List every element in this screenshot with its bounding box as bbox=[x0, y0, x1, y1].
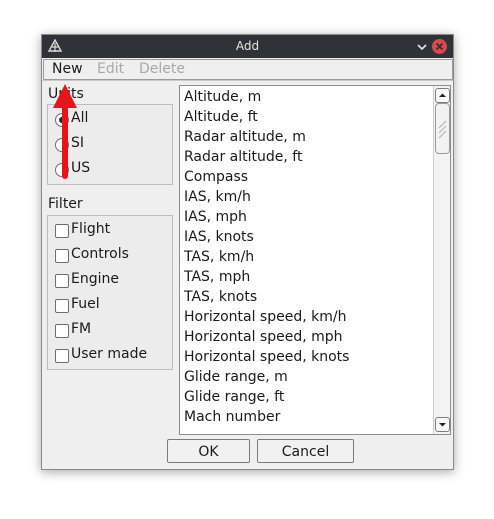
list-item[interactable]: IAS, km/h bbox=[184, 187, 251, 207]
filter-option-label: Engine bbox=[71, 271, 119, 287]
checkbox-fuel[interactable] bbox=[55, 299, 69, 313]
scroll-thumb[interactable] bbox=[435, 103, 450, 154]
cancel-button[interactable]: Cancel bbox=[257, 439, 354, 463]
filter-label: Filter bbox=[48, 196, 83, 212]
filter-option-label: Flight bbox=[71, 221, 111, 237]
ok-button[interactable]: OK bbox=[167, 439, 250, 463]
titlebar[interactable]: Add bbox=[42, 35, 453, 58]
chevron-down-icon bbox=[439, 423, 446, 427]
scroll-down-button[interactable] bbox=[435, 417, 450, 432]
menubar: New Edit Delete bbox=[42, 58, 453, 81]
list-item[interactable]: Glide range, m bbox=[184, 367, 288, 387]
filter-option-label: Fuel bbox=[71, 296, 100, 312]
filter-option-label: Controls bbox=[71, 246, 129, 262]
filter-option-label: FM bbox=[71, 321, 92, 337]
chevron-up-icon bbox=[439, 93, 446, 97]
list-scrollbar[interactable] bbox=[433, 86, 450, 434]
add-dialog: Add New Edit Delete Units All SI US bbox=[41, 34, 454, 470]
list-item[interactable]: Horizontal speed, knots bbox=[184, 347, 349, 367]
checkbox-user-made[interactable] bbox=[55, 349, 69, 363]
list-item[interactable]: Mach number bbox=[184, 407, 280, 427]
filter-group: Flight Controls Engine Fuel FM User made bbox=[47, 215, 173, 370]
checkbox-fm[interactable] bbox=[55, 324, 69, 338]
list-item[interactable]: TAS, km/h bbox=[184, 247, 254, 267]
chevron-down-icon[interactable] bbox=[415, 40, 429, 54]
list-item[interactable]: TAS, mph bbox=[184, 267, 250, 287]
annotation-arrow-icon bbox=[53, 84, 77, 179]
list-item[interactable]: Horizontal speed, mph bbox=[184, 327, 343, 347]
scroll-up-button[interactable] bbox=[435, 88, 450, 103]
menu-delete[interactable]: Delete bbox=[139, 61, 185, 77]
grip-icon bbox=[438, 120, 447, 139]
window-title: Add bbox=[235, 39, 260, 53]
filter-option-label: User made bbox=[71, 346, 148, 362]
list-item[interactable]: IAS, knots bbox=[184, 227, 254, 247]
parameter-list[interactable]: Altitude, m Altitude, ft Radar altitude,… bbox=[179, 85, 451, 435]
checkbox-controls[interactable] bbox=[55, 249, 69, 263]
close-icon bbox=[435, 42, 444, 51]
list-item[interactable]: Radar altitude, m bbox=[184, 127, 306, 147]
close-button[interactable] bbox=[432, 39, 447, 54]
list-item[interactable]: Altitude, ft bbox=[184, 107, 258, 127]
checkbox-flight[interactable] bbox=[55, 224, 69, 238]
list-item[interactable]: Horizontal speed, km/h bbox=[184, 307, 346, 327]
menu-edit[interactable]: Edit bbox=[97, 61, 124, 77]
list-item[interactable]: Radar altitude, ft bbox=[184, 147, 302, 167]
menu-new[interactable]: New bbox=[52, 61, 83, 77]
list-item[interactable]: Altitude, m bbox=[184, 87, 261, 107]
list-item[interactable]: Glide range, ft bbox=[184, 387, 284, 407]
checkbox-engine[interactable] bbox=[55, 274, 69, 288]
list-item[interactable]: TAS, knots bbox=[184, 287, 257, 307]
list-item[interactable]: IAS, mph bbox=[184, 207, 247, 227]
list-item[interactable]: Compass bbox=[184, 167, 248, 187]
